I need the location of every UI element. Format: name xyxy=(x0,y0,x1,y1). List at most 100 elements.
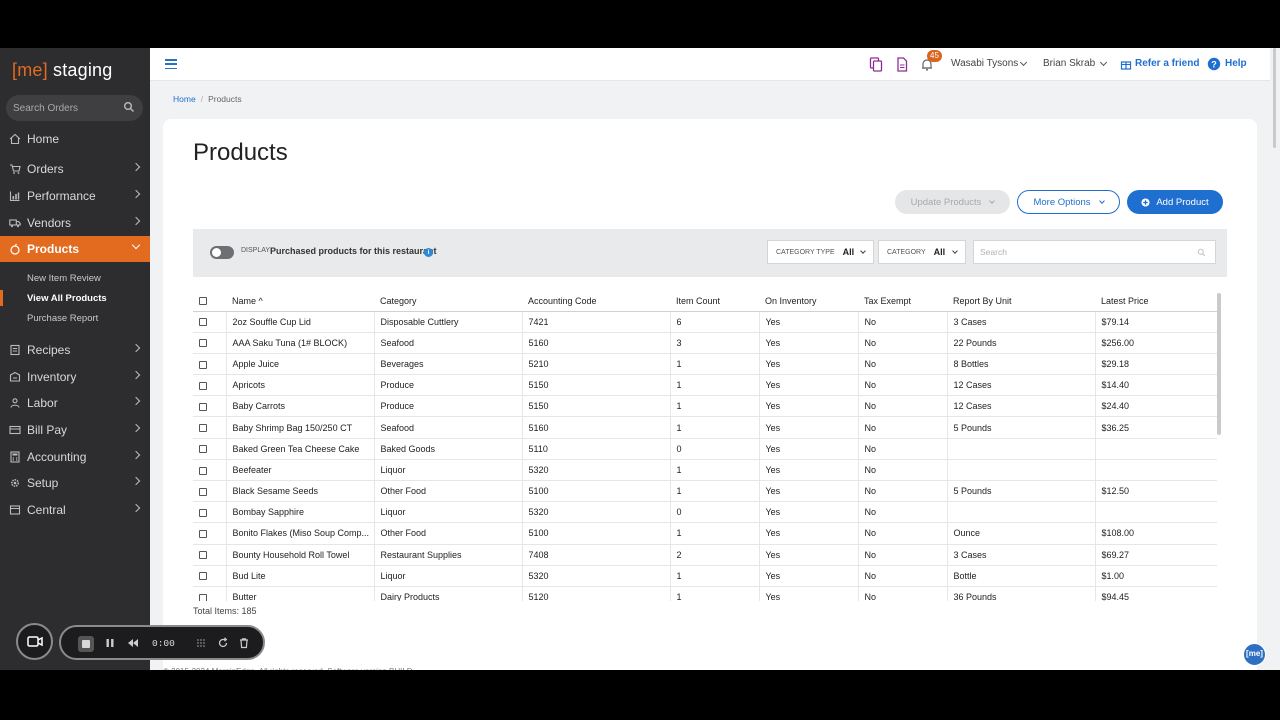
row-checkbox[interactable] xyxy=(199,381,207,390)
row-checkbox[interactable] xyxy=(199,551,207,560)
table-row[interactable]: Bounty Household Roll Towel Restaurant Su… xyxy=(193,544,1217,566)
table-row[interactable]: Black Sesame Seeds Other Food 5100 1 Yes No 5 … xyxy=(193,480,1217,503)
cell-report-by-unit: 8 Bottles xyxy=(947,353,1096,376)
category-type-select[interactable]: CATEGORY TYPE All xyxy=(767,240,874,264)
sidebar-item-home[interactable]: Home xyxy=(0,126,150,152)
restaurant-selector[interactable]: Wasabi Tysons xyxy=(951,58,1018,69)
sidebar-subitem-new-item-review[interactable]: New Item Review xyxy=(0,268,150,288)
sidebar-item-labor[interactable]: Labor xyxy=(0,390,150,416)
cell-name: Baby Carrots xyxy=(226,395,375,418)
sidebar-item-bill-pay[interactable]: Bill Pay xyxy=(0,417,150,443)
table-row[interactable]: 2oz Souffle Cup Lid Disposable Cuttlery 74… xyxy=(193,311,1217,333)
cell-on-inventory: Yes xyxy=(759,586,859,601)
select-all-cell xyxy=(193,291,226,312)
table-row[interactable]: Bombay Sapphire Liquor 5320 0 Yes No xyxy=(193,501,1217,524)
camera-button[interactable] xyxy=(16,623,53,660)
info-icon[interactable]: i xyxy=(424,248,433,257)
column-header-accounting-code[interactable]: Accounting Code xyxy=(522,291,670,312)
sidebar-subitem-purchase-report[interactable]: Purchase Report xyxy=(0,308,150,328)
sidebar-item-central[interactable]: Central xyxy=(0,497,150,523)
column-header-category[interactable]: Category xyxy=(374,291,522,312)
more-options-button[interactable]: More Options xyxy=(1017,190,1120,214)
table-row[interactable]: Baked Green Tea Cheese Cake Baked Goods 51… xyxy=(193,438,1217,460)
add-product-button[interactable]: Add Product xyxy=(1127,190,1223,214)
table-scrollbar[interactable] xyxy=(1217,293,1221,435)
stop-recording-button[interactable] xyxy=(78,636,94,652)
labor-icon xyxy=(10,398,20,408)
drag-handle-icon[interactable] xyxy=(195,637,207,649)
support-chat-button[interactable]: [me] xyxy=(1243,643,1266,666)
rewind-icon[interactable] xyxy=(127,637,139,649)
logo-text: staging xyxy=(47,60,113,80)
row-checkbox[interactable] xyxy=(199,318,207,327)
refer-a-friend-link[interactable]: Refer a friend xyxy=(1135,58,1199,69)
user-menu[interactable]: Brian Skrab xyxy=(1043,58,1095,69)
apple-icon xyxy=(10,243,20,255)
row-checkbox[interactable] xyxy=(199,572,207,581)
purchased-products-toggle[interactable] xyxy=(210,246,234,259)
row-checkbox[interactable] xyxy=(199,424,207,433)
column-header-item-count[interactable]: Item Count xyxy=(670,291,759,312)
help-icon[interactable]: ? xyxy=(1207,57,1221,71)
table-row[interactable]: Beefeater Liquor 5320 1 Yes No xyxy=(193,459,1217,482)
sidebar-item-setup[interactable]: Setup xyxy=(0,470,150,496)
cell-category: Liquor xyxy=(374,501,523,524)
product-search-input[interactable] xyxy=(974,241,1174,263)
search-icon[interactable] xyxy=(1197,248,1206,257)
column-header-on-inventory[interactable]: On Inventory xyxy=(759,291,858,312)
category-select[interactable]: CATEGORY All xyxy=(878,240,966,264)
chevron-right-icon xyxy=(131,370,141,380)
breadcrumb-home[interactable]: Home xyxy=(173,94,196,104)
row-checkbox[interactable] xyxy=(199,402,207,411)
document-icon[interactable] xyxy=(895,57,909,72)
column-header-report-by-unit[interactable]: Report By Unit xyxy=(947,291,1095,312)
chevron-down-icon[interactable] xyxy=(1019,58,1028,67)
copy-documents-icon[interactable] xyxy=(869,57,883,72)
sidebar-item-products[interactable]: Products xyxy=(0,236,150,262)
chevron-right-icon xyxy=(131,396,141,406)
trash-icon[interactable] xyxy=(238,637,250,649)
column-header-name[interactable]: Name ^ xyxy=(226,291,374,312)
row-checkbox[interactable] xyxy=(199,339,207,348)
cell-item-count: 1 xyxy=(670,480,760,503)
select-all-checkbox[interactable] xyxy=(199,297,207,306)
gift-icon[interactable] xyxy=(1120,58,1132,70)
sidebar-item-performance[interactable]: Performance xyxy=(0,183,150,209)
cell-report-by-unit: 12 Cases xyxy=(947,374,1096,397)
sidebar-item-orders[interactable]: Orders xyxy=(0,156,150,182)
app-logo[interactable]: [me] staging xyxy=(12,60,112,81)
chevron-down-icon[interactable] xyxy=(1099,58,1108,67)
search-icon[interactable] xyxy=(123,101,135,113)
update-products-button[interactable]: Update Products xyxy=(895,190,1010,214)
row-checkbox[interactable] xyxy=(199,466,207,475)
column-header-tax-exempt[interactable]: Tax Exempt xyxy=(858,291,947,312)
row-checkbox[interactable] xyxy=(199,508,207,517)
table-row[interactable]: Bonito Flakes (Miso Soup Comp... Other Fo… xyxy=(193,522,1217,545)
table-row[interactable]: AAA Saku Tuna (1# BLOCK) Seafood 5160 3 Yes N… xyxy=(193,332,1217,354)
video-camera-icon xyxy=(27,636,43,647)
table-row[interactable]: Apricots Produce 5150 1 Yes No 12 Cases $14.40 xyxy=(193,374,1217,397)
page-scrollbar[interactable] xyxy=(1270,48,1280,670)
row-checkbox[interactable] xyxy=(199,530,207,539)
order-search-input[interactable] xyxy=(13,95,121,121)
table-row[interactable]: Baby Shrimp Bag 150/250 CT Seafood 5160 1 Ye… xyxy=(193,416,1217,439)
row-checkbox[interactable] xyxy=(199,445,207,454)
menu-icon[interactable] xyxy=(165,59,177,70)
table-row[interactable]: Butter Dairy Products 5120 1 Yes No 36 Pounds $… xyxy=(193,586,1217,601)
row-checkbox[interactable] xyxy=(199,487,207,496)
recording-controls: 0:00 xyxy=(59,625,265,660)
table-row[interactable]: Bud Lite Liquor 5320 1 Yes No Bottle $1.00 xyxy=(193,565,1217,587)
row-checkbox[interactable] xyxy=(199,360,207,369)
column-header-latest-price[interactable]: Latest Price xyxy=(1095,291,1217,312)
sidebar-item-inventory[interactable]: Inventory xyxy=(0,364,150,390)
table-row[interactable]: Baby Carrots Produce 5150 1 Yes No 12 Cases $24… xyxy=(193,395,1217,418)
restart-icon[interactable] xyxy=(217,637,229,649)
sidebar-item-recipes[interactable]: Recipes xyxy=(0,337,150,363)
help-link[interactable]: Help xyxy=(1225,58,1247,69)
row-checkbox[interactable] xyxy=(199,593,207,601)
sidebar-item-vendors[interactable]: Vendors xyxy=(0,210,150,236)
sidebar-item-accounting[interactable]: Accounting xyxy=(0,444,150,470)
table-row[interactable]: Apple Juice Beverages 5210 1 Yes No 8 Bottles $… xyxy=(193,353,1217,376)
pause-icon[interactable] xyxy=(104,637,116,649)
sidebar-subitem-view-all-products[interactable]: View All Products xyxy=(0,288,150,308)
